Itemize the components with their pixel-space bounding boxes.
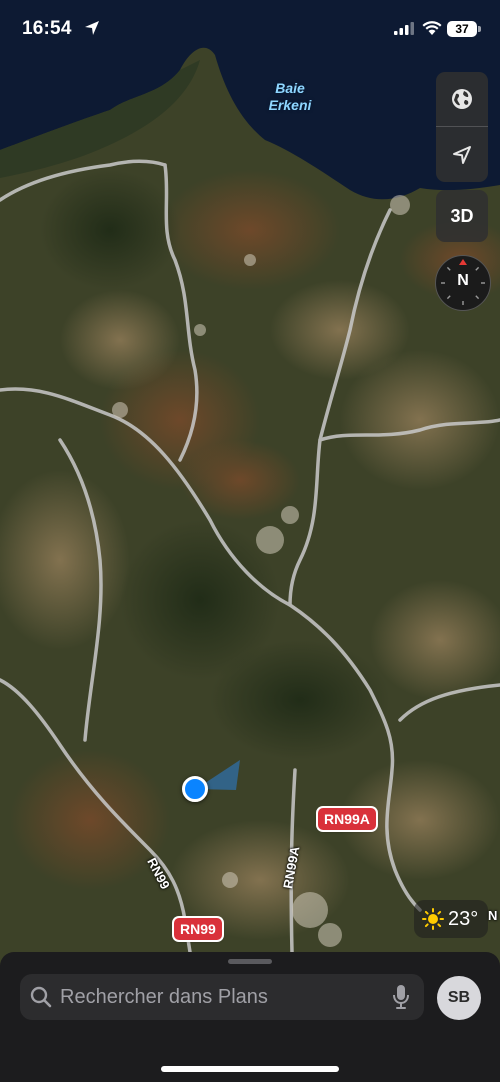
search-icon xyxy=(30,986,52,1008)
controls-divider xyxy=(436,126,488,127)
compass-north-label: N xyxy=(457,272,469,289)
locate-me-button[interactable] xyxy=(436,128,488,182)
battery-indicator: 37 xyxy=(447,21,477,37)
location-services-icon xyxy=(85,21,99,35)
cellular-signal-icon xyxy=(394,22,414,35)
map-controls xyxy=(436,72,488,182)
bay-label[interactable]: Baie Erkeni xyxy=(240,80,340,114)
bay-label-line2: Erkeni xyxy=(268,97,312,113)
weather-temperature: 23° xyxy=(448,907,479,930)
search-sheet[interactable]: Rechercher dans Plans SB xyxy=(0,952,500,1082)
home-indicator xyxy=(161,1066,339,1072)
weather-badge[interactable]: 23° xyxy=(414,900,489,938)
compass[interactable]: N xyxy=(435,255,491,311)
location-arrow-icon xyxy=(453,146,471,164)
search-field[interactable]: Rechercher dans Plans xyxy=(20,974,424,1020)
microphone-icon[interactable] xyxy=(392,984,410,1010)
status-bar: 16:54 37 xyxy=(0,0,500,60)
clock: 16:54 xyxy=(22,18,72,39)
road-shield-rn99a[interactable]: RN99A xyxy=(318,808,376,830)
battery-tip xyxy=(478,26,481,32)
map-mode-button[interactable] xyxy=(436,72,488,126)
bay-label-line1: Baie xyxy=(275,80,305,96)
user-location-dot[interactable] xyxy=(182,776,208,802)
wifi-icon xyxy=(422,21,442,35)
account-avatar[interactable]: SB xyxy=(437,976,481,1020)
sheet-grabber[interactable] xyxy=(228,959,272,964)
sun-icon xyxy=(422,908,444,930)
road-shield-rn99[interactable]: RN99 xyxy=(174,918,222,940)
search-placeholder: Rechercher dans Plans xyxy=(60,986,268,1008)
road-label-n: N xyxy=(488,908,498,923)
globe-icon xyxy=(452,89,472,109)
view-3d-button[interactable]: 3D xyxy=(436,190,488,242)
